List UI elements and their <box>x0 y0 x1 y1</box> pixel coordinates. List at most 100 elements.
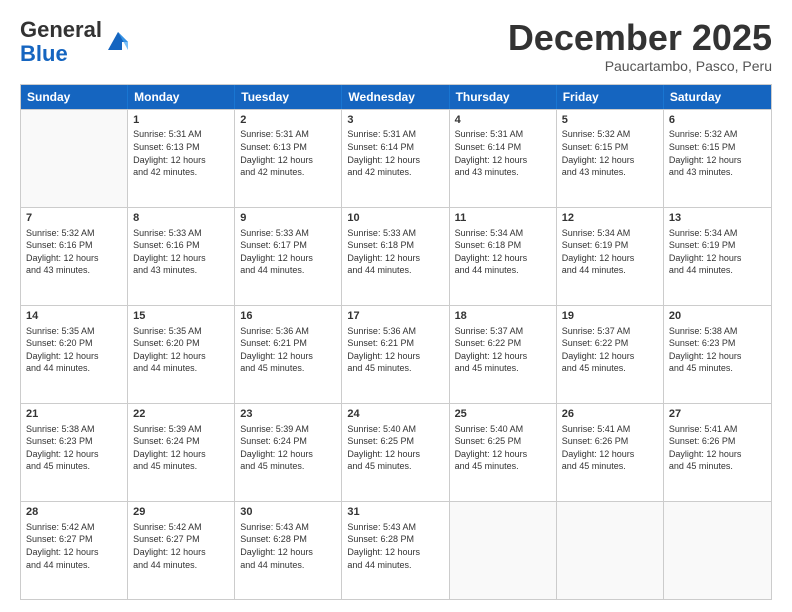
day-info: Sunrise: 5:41 AM Sunset: 6:26 PM Dayligh… <box>562 423 658 473</box>
day-number: 26 <box>562 407 658 422</box>
table-row <box>557 502 664 599</box>
day-number: 16 <box>240 309 336 324</box>
header-sunday: Sunday <box>21 85 128 109</box>
day-number: 14 <box>26 309 122 324</box>
day-number: 22 <box>133 407 229 422</box>
day-info: Sunrise: 5:32 AM Sunset: 6:15 PM Dayligh… <box>562 128 658 178</box>
table-row <box>664 502 771 599</box>
day-number: 9 <box>240 211 336 226</box>
table-row: 29Sunrise: 5:42 AM Sunset: 6:27 PM Dayli… <box>128 502 235 599</box>
day-number: 21 <box>26 407 122 422</box>
day-number: 3 <box>347 113 443 128</box>
logo-blue: Blue <box>20 41 68 66</box>
day-number: 17 <box>347 309 443 324</box>
day-info: Sunrise: 5:31 AM Sunset: 6:14 PM Dayligh… <box>455 128 551 178</box>
day-number: 27 <box>669 407 766 422</box>
day-info: Sunrise: 5:43 AM Sunset: 6:28 PM Dayligh… <box>347 521 443 571</box>
day-number: 1 <box>133 113 229 128</box>
page-header: General Blue December 2025 Paucartambo, … <box>20 18 772 74</box>
day-number: 29 <box>133 505 229 520</box>
table-row: 18Sunrise: 5:37 AM Sunset: 6:22 PM Dayli… <box>450 306 557 403</box>
day-number: 15 <box>133 309 229 324</box>
header-tuesday: Tuesday <box>235 85 342 109</box>
day-number: 5 <box>562 113 658 128</box>
day-info: Sunrise: 5:37 AM Sunset: 6:22 PM Dayligh… <box>562 325 658 375</box>
table-row: 31Sunrise: 5:43 AM Sunset: 6:28 PM Dayli… <box>342 502 449 599</box>
header-wednesday: Wednesday <box>342 85 449 109</box>
table-row: 28Sunrise: 5:42 AM Sunset: 6:27 PM Dayli… <box>21 502 128 599</box>
table-row: 24Sunrise: 5:40 AM Sunset: 6:25 PM Dayli… <box>342 404 449 501</box>
table-row: 7Sunrise: 5:32 AM Sunset: 6:16 PM Daylig… <box>21 208 128 305</box>
day-info: Sunrise: 5:34 AM Sunset: 6:18 PM Dayligh… <box>455 227 551 277</box>
day-info: Sunrise: 5:43 AM Sunset: 6:28 PM Dayligh… <box>240 521 336 571</box>
calendar-page: General Blue December 2025 Paucartambo, … <box>0 0 792 612</box>
day-info: Sunrise: 5:33 AM Sunset: 6:16 PM Dayligh… <box>133 227 229 277</box>
day-info: Sunrise: 5:33 AM Sunset: 6:17 PM Dayligh… <box>240 227 336 277</box>
day-number: 24 <box>347 407 443 422</box>
day-number: 20 <box>669 309 766 324</box>
day-number: 4 <box>455 113 551 128</box>
day-number: 28 <box>26 505 122 520</box>
logo-text: General Blue <box>20 18 102 66</box>
logo-icon <box>104 28 132 56</box>
table-row: 2Sunrise: 5:31 AM Sunset: 6:13 PM Daylig… <box>235 110 342 207</box>
day-info: Sunrise: 5:36 AM Sunset: 6:21 PM Dayligh… <box>240 325 336 375</box>
table-row: 4Sunrise: 5:31 AM Sunset: 6:14 PM Daylig… <box>450 110 557 207</box>
table-row: 3Sunrise: 5:31 AM Sunset: 6:14 PM Daylig… <box>342 110 449 207</box>
table-row: 10Sunrise: 5:33 AM Sunset: 6:18 PM Dayli… <box>342 208 449 305</box>
table-row: 16Sunrise: 5:36 AM Sunset: 6:21 PM Dayli… <box>235 306 342 403</box>
calendar-week-4: 21Sunrise: 5:38 AM Sunset: 6:23 PM Dayli… <box>21 403 771 501</box>
calendar-week-3: 14Sunrise: 5:35 AM Sunset: 6:20 PM Dayli… <box>21 305 771 403</box>
day-number: 19 <box>562 309 658 324</box>
table-row: 26Sunrise: 5:41 AM Sunset: 6:26 PM Dayli… <box>557 404 664 501</box>
day-info: Sunrise: 5:41 AM Sunset: 6:26 PM Dayligh… <box>669 423 766 473</box>
day-info: Sunrise: 5:31 AM Sunset: 6:14 PM Dayligh… <box>347 128 443 178</box>
calendar-week-1: 1Sunrise: 5:31 AM Sunset: 6:13 PM Daylig… <box>21 109 771 207</box>
table-row: 30Sunrise: 5:43 AM Sunset: 6:28 PM Dayli… <box>235 502 342 599</box>
day-info: Sunrise: 5:38 AM Sunset: 6:23 PM Dayligh… <box>669 325 766 375</box>
table-row: 21Sunrise: 5:38 AM Sunset: 6:23 PM Dayli… <box>21 404 128 501</box>
day-number: 18 <box>455 309 551 324</box>
day-number: 13 <box>669 211 766 226</box>
day-number: 2 <box>240 113 336 128</box>
day-info: Sunrise: 5:35 AM Sunset: 6:20 PM Dayligh… <box>133 325 229 375</box>
table-row: 13Sunrise: 5:34 AM Sunset: 6:19 PM Dayli… <box>664 208 771 305</box>
table-row <box>21 110 128 207</box>
table-row <box>450 502 557 599</box>
day-info: Sunrise: 5:38 AM Sunset: 6:23 PM Dayligh… <box>26 423 122 473</box>
day-number: 8 <box>133 211 229 226</box>
day-info: Sunrise: 5:40 AM Sunset: 6:25 PM Dayligh… <box>455 423 551 473</box>
day-info: Sunrise: 5:35 AM Sunset: 6:20 PM Dayligh… <box>26 325 122 375</box>
day-info: Sunrise: 5:32 AM Sunset: 6:16 PM Dayligh… <box>26 227 122 277</box>
day-number: 11 <box>455 211 551 226</box>
day-info: Sunrise: 5:36 AM Sunset: 6:21 PM Dayligh… <box>347 325 443 375</box>
table-row: 5Sunrise: 5:32 AM Sunset: 6:15 PM Daylig… <box>557 110 664 207</box>
day-info: Sunrise: 5:39 AM Sunset: 6:24 PM Dayligh… <box>133 423 229 473</box>
calendar-week-2: 7Sunrise: 5:32 AM Sunset: 6:16 PM Daylig… <box>21 207 771 305</box>
day-info: Sunrise: 5:33 AM Sunset: 6:18 PM Dayligh… <box>347 227 443 277</box>
day-info: Sunrise: 5:32 AM Sunset: 6:15 PM Dayligh… <box>669 128 766 178</box>
header-thursday: Thursday <box>450 85 557 109</box>
header-saturday: Saturday <box>664 85 771 109</box>
table-row: 27Sunrise: 5:41 AM Sunset: 6:26 PM Dayli… <box>664 404 771 501</box>
table-row: 23Sunrise: 5:39 AM Sunset: 6:24 PM Dayli… <box>235 404 342 501</box>
calendar-body: 1Sunrise: 5:31 AM Sunset: 6:13 PM Daylig… <box>21 109 771 599</box>
day-info: Sunrise: 5:34 AM Sunset: 6:19 PM Dayligh… <box>562 227 658 277</box>
day-info: Sunrise: 5:37 AM Sunset: 6:22 PM Dayligh… <box>455 325 551 375</box>
day-info: Sunrise: 5:40 AM Sunset: 6:25 PM Dayligh… <box>347 423 443 473</box>
day-number: 30 <box>240 505 336 520</box>
title-block: December 2025 Paucartambo, Pasco, Peru <box>508 18 772 74</box>
table-row: 14Sunrise: 5:35 AM Sunset: 6:20 PM Dayli… <box>21 306 128 403</box>
table-row: 1Sunrise: 5:31 AM Sunset: 6:13 PM Daylig… <box>128 110 235 207</box>
day-number: 12 <box>562 211 658 226</box>
logo: General Blue <box>20 18 132 66</box>
calendar: Sunday Monday Tuesday Wednesday Thursday… <box>20 84 772 600</box>
day-info: Sunrise: 5:34 AM Sunset: 6:19 PM Dayligh… <box>669 227 766 277</box>
header-friday: Friday <box>557 85 664 109</box>
day-info: Sunrise: 5:31 AM Sunset: 6:13 PM Dayligh… <box>133 128 229 178</box>
table-row: 19Sunrise: 5:37 AM Sunset: 6:22 PM Dayli… <box>557 306 664 403</box>
day-number: 7 <box>26 211 122 226</box>
month-title: December 2025 <box>508 18 772 58</box>
day-info: Sunrise: 5:39 AM Sunset: 6:24 PM Dayligh… <box>240 423 336 473</box>
table-row: 15Sunrise: 5:35 AM Sunset: 6:20 PM Dayli… <box>128 306 235 403</box>
